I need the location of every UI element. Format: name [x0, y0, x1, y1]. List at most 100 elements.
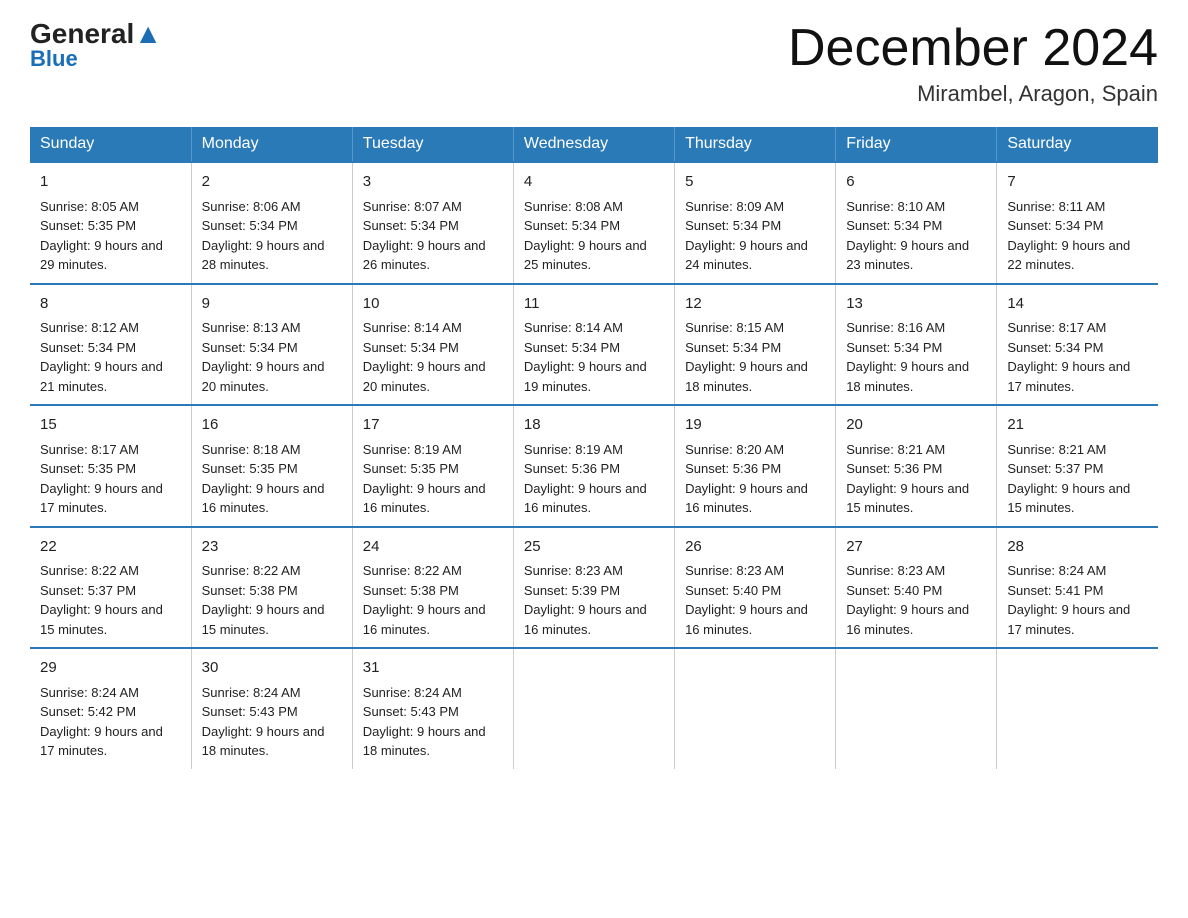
- day-number: 22: [40, 536, 181, 559]
- header-saturday: Saturday: [997, 127, 1158, 162]
- calendar-header: SundayMondayTuesdayWednesdayThursdayFrid…: [30, 127, 1158, 162]
- calendar-cell: 21 Sunrise: 8:21 AMSunset: 5:37 PMDaylig…: [997, 405, 1158, 527]
- calendar-cell: 26 Sunrise: 8:23 AMSunset: 5:40 PMDaylig…: [675, 527, 836, 649]
- day-number: 9: [202, 293, 342, 316]
- day-info: Sunrise: 8:23 AMSunset: 5:40 PMDaylight:…: [685, 563, 808, 637]
- day-number: 14: [1007, 293, 1148, 316]
- day-number: 13: [846, 293, 986, 316]
- month-title: December 2024: [788, 20, 1158, 77]
- day-number: 18: [524, 414, 664, 437]
- day-info: Sunrise: 8:24 AMSunset: 5:43 PMDaylight:…: [202, 685, 325, 759]
- day-info: Sunrise: 8:23 AMSunset: 5:40 PMDaylight:…: [846, 563, 969, 637]
- day-number: 12: [685, 293, 825, 316]
- calendar-cell: 27 Sunrise: 8:23 AMSunset: 5:40 PMDaylig…: [836, 527, 997, 649]
- day-number: 20: [846, 414, 986, 437]
- day-info: Sunrise: 8:13 AMSunset: 5:34 PMDaylight:…: [202, 320, 325, 394]
- day-info: Sunrise: 8:14 AMSunset: 5:34 PMDaylight:…: [363, 320, 486, 394]
- calendar-cell: [675, 648, 836, 769]
- logo: General▲ Blue: [30, 20, 162, 72]
- day-info: Sunrise: 8:14 AMSunset: 5:34 PMDaylight:…: [524, 320, 647, 394]
- calendar-cell: 6 Sunrise: 8:10 AMSunset: 5:34 PMDayligh…: [836, 162, 997, 284]
- day-info: Sunrise: 8:21 AMSunset: 5:37 PMDaylight:…: [1007, 442, 1130, 516]
- header-friday: Friday: [836, 127, 997, 162]
- day-number: 30: [202, 657, 342, 680]
- calendar-cell: 15 Sunrise: 8:17 AMSunset: 5:35 PMDaylig…: [30, 405, 191, 527]
- day-info: Sunrise: 8:20 AMSunset: 5:36 PMDaylight:…: [685, 442, 808, 516]
- location-title: Mirambel, Aragon, Spain: [788, 81, 1158, 107]
- calendar-cell: 5 Sunrise: 8:09 AMSunset: 5:34 PMDayligh…: [675, 162, 836, 284]
- calendar-cell: 14 Sunrise: 8:17 AMSunset: 5:34 PMDaylig…: [997, 284, 1158, 406]
- day-info: Sunrise: 8:24 AMSunset: 5:41 PMDaylight:…: [1007, 563, 1130, 637]
- calendar-cell: 3 Sunrise: 8:07 AMSunset: 5:34 PMDayligh…: [352, 162, 513, 284]
- week-row-2: 8 Sunrise: 8:12 AMSunset: 5:34 PMDayligh…: [30, 284, 1158, 406]
- day-info: Sunrise: 8:10 AMSunset: 5:34 PMDaylight:…: [846, 199, 969, 273]
- day-info: Sunrise: 8:06 AMSunset: 5:34 PMDaylight:…: [202, 199, 325, 273]
- calendar-cell: 17 Sunrise: 8:19 AMSunset: 5:35 PMDaylig…: [352, 405, 513, 527]
- week-row-3: 15 Sunrise: 8:17 AMSunset: 5:35 PMDaylig…: [30, 405, 1158, 527]
- calendar-cell: 8 Sunrise: 8:12 AMSunset: 5:34 PMDayligh…: [30, 284, 191, 406]
- calendar-cell: 4 Sunrise: 8:08 AMSunset: 5:34 PMDayligh…: [513, 162, 674, 284]
- calendar-cell: 23 Sunrise: 8:22 AMSunset: 5:38 PMDaylig…: [191, 527, 352, 649]
- logo-blue: Blue: [30, 46, 78, 72]
- calendar-cell: 20 Sunrise: 8:21 AMSunset: 5:36 PMDaylig…: [836, 405, 997, 527]
- header-row: SundayMondayTuesdayWednesdayThursdayFrid…: [30, 127, 1158, 162]
- header-monday: Monday: [191, 127, 352, 162]
- day-info: Sunrise: 8:19 AMSunset: 5:35 PMDaylight:…: [363, 442, 486, 516]
- day-number: 24: [363, 536, 503, 559]
- calendar-cell: 30 Sunrise: 8:24 AMSunset: 5:43 PMDaylig…: [191, 648, 352, 769]
- day-info: Sunrise: 8:18 AMSunset: 5:35 PMDaylight:…: [202, 442, 325, 516]
- day-info: Sunrise: 8:15 AMSunset: 5:34 PMDaylight:…: [685, 320, 808, 394]
- day-info: Sunrise: 8:24 AMSunset: 5:43 PMDaylight:…: [363, 685, 486, 759]
- calendar-cell: 25 Sunrise: 8:23 AMSunset: 5:39 PMDaylig…: [513, 527, 674, 649]
- calendar-cell: 22 Sunrise: 8:22 AMSunset: 5:37 PMDaylig…: [30, 527, 191, 649]
- header-thursday: Thursday: [675, 127, 836, 162]
- day-info: Sunrise: 8:22 AMSunset: 5:38 PMDaylight:…: [202, 563, 325, 637]
- day-number: 10: [363, 293, 503, 316]
- day-number: 6: [846, 171, 986, 194]
- calendar-cell: 18 Sunrise: 8:19 AMSunset: 5:36 PMDaylig…: [513, 405, 674, 527]
- day-info: Sunrise: 8:08 AMSunset: 5:34 PMDaylight:…: [524, 199, 647, 273]
- day-number: 5: [685, 171, 825, 194]
- calendar-cell: [997, 648, 1158, 769]
- day-number: 16: [202, 414, 342, 437]
- title-block: December 2024 Mirambel, Aragon, Spain: [788, 20, 1158, 107]
- day-number: 17: [363, 414, 503, 437]
- day-number: 29: [40, 657, 181, 680]
- calendar-cell: 11 Sunrise: 8:14 AMSunset: 5:34 PMDaylig…: [513, 284, 674, 406]
- day-info: Sunrise: 8:24 AMSunset: 5:42 PMDaylight:…: [40, 685, 163, 759]
- day-number: 2: [202, 171, 342, 194]
- logo-triangle-icon: ▲: [134, 18, 162, 49]
- calendar-cell: 31 Sunrise: 8:24 AMSunset: 5:43 PMDaylig…: [352, 648, 513, 769]
- day-info: Sunrise: 8:16 AMSunset: 5:34 PMDaylight:…: [846, 320, 969, 394]
- day-info: Sunrise: 8:23 AMSunset: 5:39 PMDaylight:…: [524, 563, 647, 637]
- calendar-cell: [513, 648, 674, 769]
- day-number: 21: [1007, 414, 1148, 437]
- day-number: 23: [202, 536, 342, 559]
- page-header: General▲ Blue December 2024 Mirambel, Ar…: [30, 20, 1158, 107]
- header-wednesday: Wednesday: [513, 127, 674, 162]
- calendar-cell: [836, 648, 997, 769]
- day-number: 7: [1007, 171, 1148, 194]
- calendar-cell: 16 Sunrise: 8:18 AMSunset: 5:35 PMDaylig…: [191, 405, 352, 527]
- day-info: Sunrise: 8:17 AMSunset: 5:34 PMDaylight:…: [1007, 320, 1130, 394]
- header-sunday: Sunday: [30, 127, 191, 162]
- calendar-cell: 28 Sunrise: 8:24 AMSunset: 5:41 PMDaylig…: [997, 527, 1158, 649]
- day-number: 19: [685, 414, 825, 437]
- calendar-cell: 9 Sunrise: 8:13 AMSunset: 5:34 PMDayligh…: [191, 284, 352, 406]
- day-number: 11: [524, 293, 664, 316]
- header-tuesday: Tuesday: [352, 127, 513, 162]
- day-number: 31: [363, 657, 503, 680]
- day-info: Sunrise: 8:22 AMSunset: 5:37 PMDaylight:…: [40, 563, 163, 637]
- day-info: Sunrise: 8:11 AMSunset: 5:34 PMDaylight:…: [1007, 199, 1130, 273]
- week-row-5: 29 Sunrise: 8:24 AMSunset: 5:42 PMDaylig…: [30, 648, 1158, 769]
- day-number: 4: [524, 171, 664, 194]
- logo-general: General▲: [30, 20, 162, 48]
- day-info: Sunrise: 8:22 AMSunset: 5:38 PMDaylight:…: [363, 563, 486, 637]
- calendar-cell: 1 Sunrise: 8:05 AMSunset: 5:35 PMDayligh…: [30, 162, 191, 284]
- day-info: Sunrise: 8:21 AMSunset: 5:36 PMDaylight:…: [846, 442, 969, 516]
- calendar-cell: 13 Sunrise: 8:16 AMSunset: 5:34 PMDaylig…: [836, 284, 997, 406]
- day-number: 3: [363, 171, 503, 194]
- calendar-cell: 19 Sunrise: 8:20 AMSunset: 5:36 PMDaylig…: [675, 405, 836, 527]
- day-info: Sunrise: 8:07 AMSunset: 5:34 PMDaylight:…: [363, 199, 486, 273]
- day-number: 8: [40, 293, 181, 316]
